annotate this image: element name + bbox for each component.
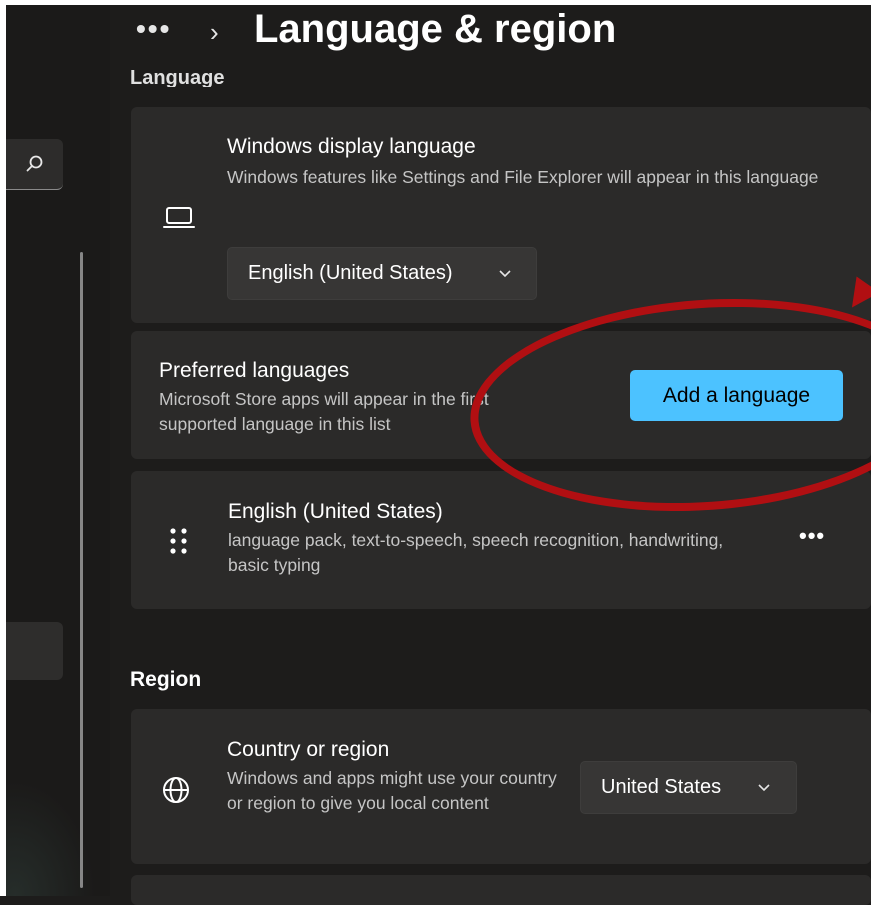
- search-icon: [24, 153, 46, 180]
- drag-handle-icon[interactable]: [169, 527, 189, 560]
- page-header: ••• › Language & region: [130, 5, 871, 65]
- country-region-value: United States: [601, 776, 722, 798]
- country-region-title: Country or region: [227, 738, 390, 761]
- display-language-title: Windows display language: [227, 135, 476, 158]
- installed-language-name: English (United States): [228, 500, 443, 523]
- display-language-description: Windows features like Settings and File …: [227, 167, 819, 187]
- page-title: Language & region: [254, 7, 617, 51]
- display-language-dropdown[interactable]: English (United States): [227, 247, 537, 300]
- add-language-button[interactable]: Add a language: [630, 370, 843, 421]
- globe-icon: [161, 775, 191, 810]
- chevron-down-icon: [498, 266, 512, 284]
- installed-language-features: language pack, text-to-speech, speech re…: [228, 530, 724, 575]
- country-region-dropdown[interactable]: United States: [580, 761, 797, 814]
- display-language-card: Windows display language Windows feature…: [131, 107, 871, 323]
- language-section-heading: Language: [130, 61, 330, 87]
- more-options-button[interactable]: •••: [799, 523, 825, 549]
- preferred-languages-card: Preferred languages Microsoft Store apps…: [131, 331, 871, 459]
- display-language-value: English (United States): [248, 262, 453, 284]
- navigation-scrollbar[interactable]: [80, 252, 83, 888]
- nav-item-selected[interactable]: [6, 622, 63, 680]
- chevron-down-icon: [757, 780, 771, 798]
- breadcrumb-chevron-icon: ›: [210, 17, 219, 47]
- region-section-heading: Region: [130, 668, 202, 691]
- installed-language-card: English (United States) language pack, t…: [131, 471, 871, 609]
- country-region-description: Windows and apps might use your country …: [227, 768, 557, 813]
- country-region-card: Country or region Windows and apps might…: [131, 709, 871, 864]
- preferred-languages-title: Preferred languages: [159, 359, 350, 382]
- language-heading-text: Language: [130, 67, 225, 87]
- next-settings-card[interactable]: [131, 875, 871, 905]
- settings-search-box[interactable]: [6, 139, 63, 190]
- breadcrumb-overflow-button[interactable]: •••: [136, 13, 171, 45]
- preferred-languages-description: Microsoft Store apps will appear in the …: [159, 389, 489, 434]
- laptop-icon: [163, 205, 195, 236]
